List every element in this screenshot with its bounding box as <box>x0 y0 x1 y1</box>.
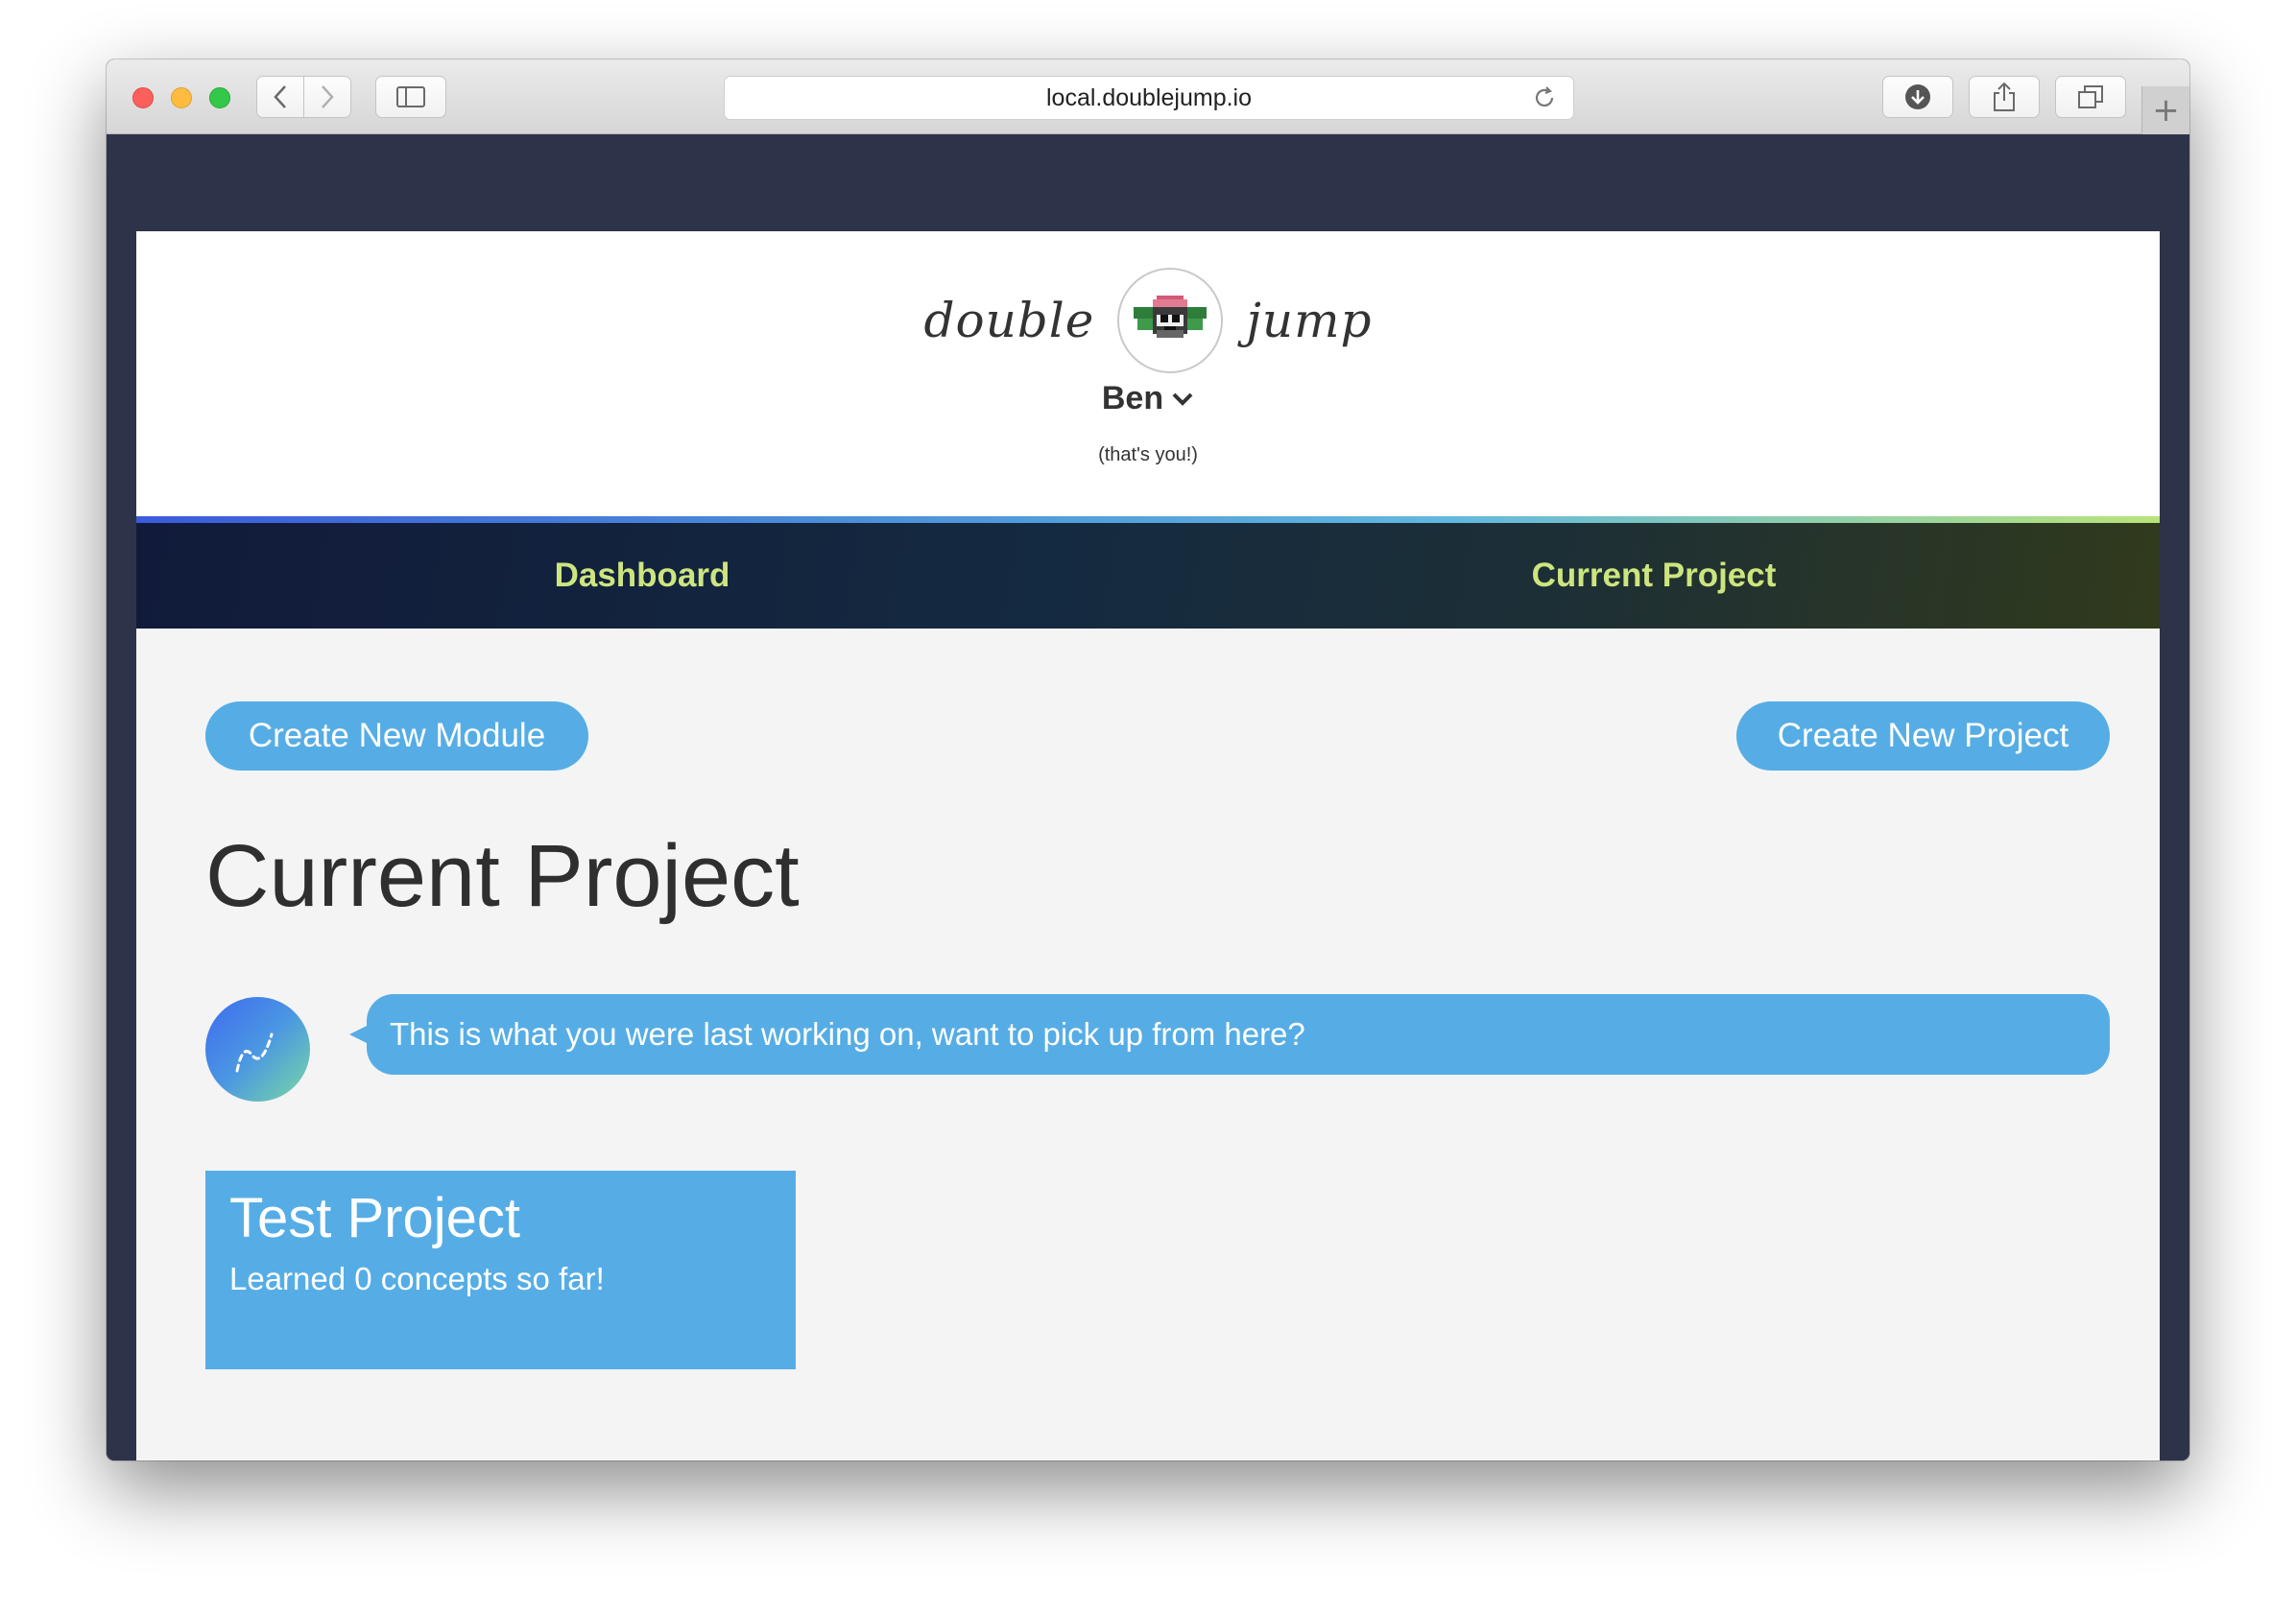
user-name: Ben <box>1101 380 1164 416</box>
user-note: (that's you!) <box>1098 444 1198 465</box>
url-text: local.doublejump.io <box>1045 83 1253 111</box>
jump-arc-icon <box>235 1032 273 1072</box>
sidebar-toggle-button[interactable] <box>375 76 446 118</box>
sidebar-icon <box>396 86 425 107</box>
close-window-button[interactable] <box>132 87 154 108</box>
project-card-title: Test Project <box>229 1187 520 1249</box>
forward-button[interactable] <box>303 76 351 118</box>
downloads-button[interactable] <box>1882 76 1953 118</box>
chevron-left-icon <box>274 85 286 108</box>
assistant-message-text: This is what you were last working on, w… <box>390 1016 1305 1052</box>
minimize-window-button[interactable] <box>171 87 192 108</box>
share-icon <box>1994 82 2015 111</box>
new-tab-button[interactable]: + <box>2141 86 2189 134</box>
pixel-raccoon-icon <box>1134 296 1208 338</box>
reload-icon <box>1535 86 1554 107</box>
chevron-down-icon <box>1172 392 1193 406</box>
logo[interactable]: double jump <box>136 268 2160 373</box>
assistant-avatar <box>205 997 310 1102</box>
logo-word-right: jump <box>1246 293 1373 348</box>
main-nav: Dashboard Current Project <box>136 516 2160 629</box>
download-icon <box>1905 84 1930 109</box>
user-menu-toggle[interactable]: Ben <box>136 380 2160 417</box>
address-bar[interactable]: local.doublejump.io <box>724 76 1574 120</box>
zoom-window-button[interactable] <box>209 87 230 108</box>
speech-bubble-tail <box>349 1025 369 1044</box>
browser-toolbar: local.doublejump.io + <box>107 59 2189 134</box>
page-title: Current Project <box>205 827 800 925</box>
logo-word-left: double <box>923 293 1095 348</box>
back-button[interactable] <box>256 76 304 118</box>
project-card[interactable]: Test Project Learned 0 concepts so far! <box>205 1171 796 1369</box>
share-button[interactable] <box>1969 76 2040 118</box>
nav-accent-stripe <box>136 516 2160 523</box>
tabs-icon <box>2078 85 2103 108</box>
create-module-button[interactable]: Create New Module <box>205 701 588 771</box>
chevron-right-icon <box>322 85 334 108</box>
user-avatar[interactable] <box>1117 268 1224 373</box>
site-header: double jump Ben (that's you!) <box>136 231 2160 516</box>
page: double jump Ben (that's you!) Dashboard … <box>136 231 2160 1460</box>
tab-overview-button[interactable] <box>2055 76 2126 118</box>
browser-window: local.doublejump.io + double jump Ben (t… <box>107 59 2189 1460</box>
reload-button[interactable] <box>1531 84 1558 118</box>
nav-item-current-project[interactable]: Current Project <box>1148 523 2160 629</box>
web-content: double jump Ben (that's you!) Dashboard … <box>107 134 2189 1460</box>
create-project-button[interactable]: Create New Project <box>1736 701 2110 771</box>
nav-item-dashboard[interactable]: Dashboard <box>136 523 1148 629</box>
project-card-subtitle: Learned 0 concepts so far! <box>229 1260 605 1296</box>
assistant-message: This is what you were last working on, w… <box>367 994 2110 1075</box>
